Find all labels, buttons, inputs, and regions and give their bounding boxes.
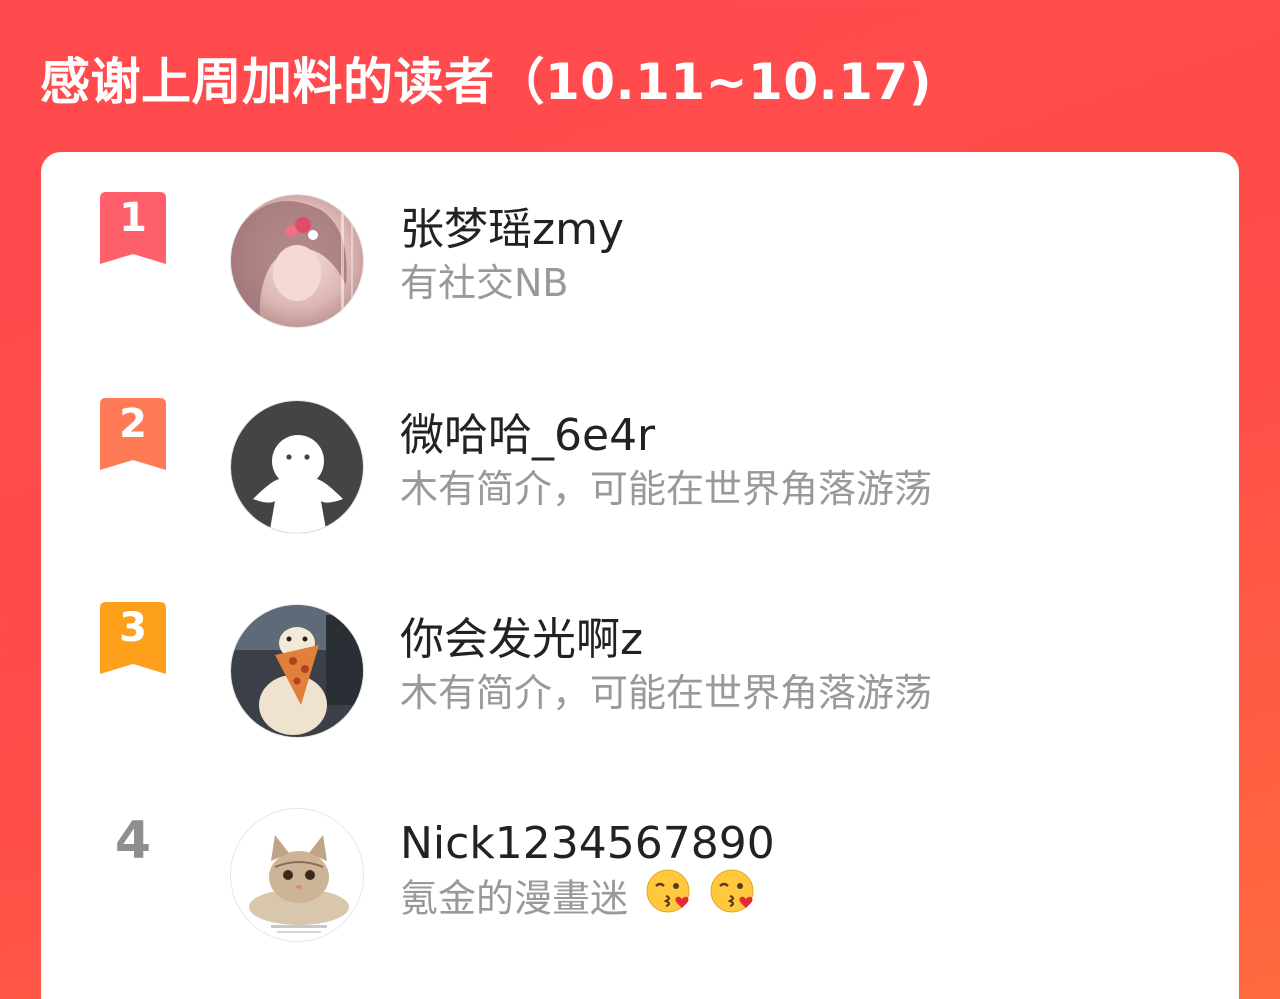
avatar[interactable] bbox=[230, 400, 364, 534]
reader-name[interactable]: 张梦瑶zmy bbox=[400, 202, 624, 258]
reader-name[interactable]: 你会发光啊z bbox=[400, 612, 643, 668]
avatar[interactable] bbox=[230, 808, 364, 942]
reader-name[interactable]: Nick1234567890 bbox=[400, 816, 775, 872]
default-ghost-avatar bbox=[231, 401, 363, 533]
avatar[interactable] bbox=[230, 194, 364, 328]
page-title: 感谢上周加料的读者（10.11~10.17) bbox=[40, 53, 933, 111]
reader-bio-text: 氪金的漫畫迷 bbox=[400, 876, 629, 921]
avatar[interactable] bbox=[230, 604, 364, 738]
reader-bio: 氪金的漫畫迷 bbox=[400, 869, 756, 930]
rank-badge-2: 2 bbox=[98, 398, 168, 472]
anime-girl-avatar bbox=[231, 195, 363, 327]
reader-bio: 木有简介，可能在世界角落游荡 bbox=[400, 467, 933, 511]
rank-number: 1 bbox=[119, 195, 147, 241]
reader-row-3[interactable]: 3 你会发光啊z 木有简介，可能在世界角落游荡 bbox=[41, 562, 1239, 738]
rank-number: 2 bbox=[119, 401, 147, 447]
kissing-face-emoji bbox=[646, 869, 692, 927]
dog-pizza-avatar bbox=[231, 605, 363, 737]
kissing-face-emoji bbox=[710, 869, 756, 927]
rank-badge-1: 1 bbox=[98, 192, 168, 266]
reader-row-2[interactable]: 2 微哈哈_6e4r 木有简介，可能在世界角落游荡 bbox=[41, 358, 1239, 534]
kitten-avatar bbox=[231, 809, 363, 941]
reader-bio: 有社交NB bbox=[400, 261, 569, 305]
reader-row-1[interactable]: 1 张梦瑶zmy 有社交NB bbox=[41, 152, 1239, 328]
rank-number: 3 bbox=[119, 605, 147, 651]
rank-badge-3: 3 bbox=[98, 602, 168, 676]
reader-ranking-card: 1 张梦瑶zmy 有社交NB 2 微哈哈_6e4r 木有简介，可能在世界角落游荡… bbox=[41, 152, 1239, 999]
reader-bio: 木有简介，可能在世界角落游荡 bbox=[400, 671, 933, 715]
reader-name[interactable]: 微哈哈_6e4r bbox=[400, 408, 655, 464]
rank-number: 4 bbox=[114, 811, 152, 871]
reader-row-4[interactable]: 4 Nick1234567890 氪金的漫畫迷 bbox=[41, 766, 1239, 942]
